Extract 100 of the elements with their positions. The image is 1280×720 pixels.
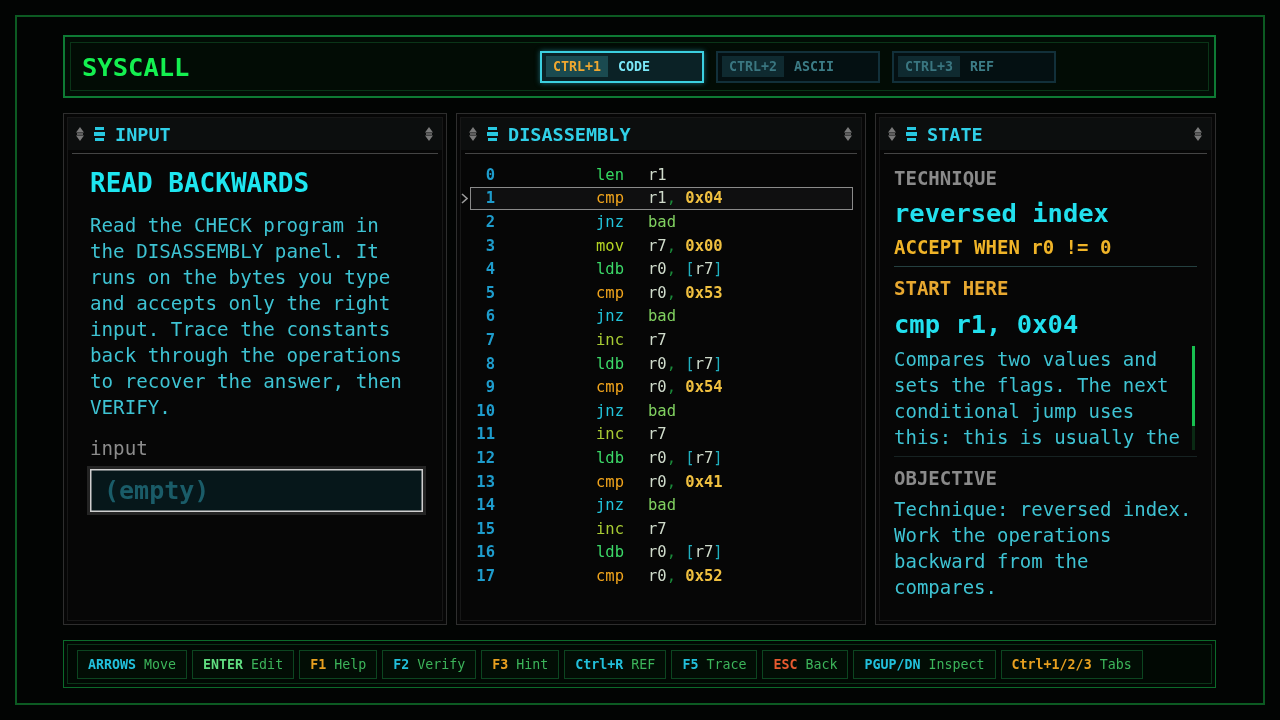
panel-title: DISASSEMBLY: [508, 123, 631, 145]
shortcut-action: Hint: [516, 656, 549, 672]
panel-title: INPUT: [115, 123, 171, 145]
operands-text: r0, 0x41: [648, 472, 723, 491]
chevron-right-icon: [461, 192, 468, 204]
operands-text: r0, [r7]: [648, 448, 723, 467]
line-number: 15: [475, 519, 495, 538]
line-number: 8: [484, 354, 495, 373]
shortcut-key: ESC: [773, 656, 798, 672]
section-label: START HERE: [894, 277, 1010, 299]
shortcut-action: Inspect: [928, 656, 985, 672]
code-row[interactable]: 12 ldb r0, [r7]: [470, 446, 853, 470]
shortcut-action: Move: [144, 656, 177, 672]
code-row[interactable]: 11 inc r7: [470, 422, 853, 447]
code-row[interactable]: 8 ldb r0, [r7]: [470, 351, 853, 376]
description-text: Compares two values and sets the flags. The next conditional jump uses this: this is usually the: [894, 347, 1181, 450]
mnemonic-text: jnz: [596, 401, 625, 420]
shortcut-key: F3: [492, 656, 509, 672]
line-number: 9: [484, 378, 495, 397]
code-row[interactable]: 7 inc r7: [470, 328, 853, 352]
shortcut-action: Help: [334, 656, 367, 672]
operands-text: r7: [648, 330, 667, 349]
mnemonic-text: cmp: [596, 472, 625, 491]
code-row[interactable]: 1 cmp r1, 0x04: [470, 186, 853, 211]
panel-heading: READ BACKWARDS: [90, 168, 311, 198]
shortcut-action: Edit: [251, 656, 284, 672]
mnemonic-text: mov: [596, 236, 625, 255]
mnemonic-text: cmp: [596, 189, 625, 208]
code-row[interactable]: 6 jnz bad: [470, 304, 853, 329]
operands-text: r0, 0x52: [648, 566, 723, 585]
code-row[interactable]: 5 cmp r0, 0x53: [470, 280, 853, 305]
operands-text: bad: [648, 496, 676, 515]
line-number: 2: [484, 213, 495, 231]
stacked-bars-icon: [94, 127, 105, 141]
updown-arrows-icon: [425, 127, 433, 141]
code-row[interactable]: 13 cmp r0, 0x41: [470, 469, 853, 494]
shortcut-action: Tabs: [1099, 656, 1132, 672]
shortcut-action: Verify: [417, 656, 466, 672]
objective-text: Technique: reversed index. Work the operations backward from the compares.: [894, 497, 1193, 600]
tab[interactable]: CTRL+2 ASCII: [716, 50, 880, 83]
line-number: 0: [484, 165, 495, 184]
mnemonic-text: jnz: [596, 213, 625, 231]
operands-text: r7: [648, 519, 667, 538]
scrollbar[interactable]: [1192, 346, 1195, 450]
input-field[interactable]: (empty): [87, 466, 426, 515]
mnemonic-text: ldb: [596, 354, 625, 373]
code-row[interactable]: 16 ldb r0, [r7]: [470, 540, 853, 565]
code-row[interactable]: 15 inc r7: [470, 516, 853, 541]
updown-arrows-icon: [888, 127, 896, 141]
line-number: 13: [475, 472, 495, 491]
updown-arrows-icon: [1194, 127, 1202, 141]
shortcut-key: F2: [393, 656, 410, 672]
operands-text: r7, 0x00: [648, 236, 723, 255]
line-number: 6: [484, 307, 495, 326]
mnemonic-text: cmp: [596, 378, 625, 397]
mnemonic-text: cmp: [596, 566, 625, 585]
line-number: 17: [475, 566, 495, 585]
line-number: 4: [484, 260, 495, 279]
code-row[interactable]: 17 cmp r0, 0x52: [470, 564, 853, 588]
line-number: 7: [484, 330, 495, 349]
mnemonic-text: inc: [596, 330, 625, 349]
operands-text: r7: [648, 425, 667, 444]
shortcut-action: Trace: [706, 656, 747, 672]
shortcut-key: F1: [310, 656, 327, 672]
mnemonic-text: len: [596, 165, 625, 184]
line-number: 10: [475, 401, 495, 420]
updown-arrows-icon: [469, 127, 477, 141]
tab[interactable]: CTRL+3 REF: [892, 50, 1056, 83]
operands-text: r0, 0x54: [648, 378, 723, 397]
operands-text: bad: [648, 307, 676, 326]
code-row[interactable]: 3 mov r7, 0x00: [470, 233, 853, 258]
operands-text: r1: [648, 165, 667, 184]
line-number: 12: [475, 448, 495, 467]
section-label: TECHNIQUE: [894, 167, 998, 189]
stacked-bars-icon: [487, 127, 498, 141]
code-row[interactable]: 2 jnz bad: [470, 210, 853, 234]
code-row[interactable]: 14 jnz bad: [470, 493, 853, 517]
mnemonic-text: ldb: [596, 260, 625, 279]
field-label: input: [90, 438, 149, 460]
shortcut-key: Ctrl+R: [575, 656, 624, 672]
line-number: 5: [484, 283, 495, 302]
code-row[interactable]: 9 cmp r0, 0x54: [470, 375, 853, 399]
tab[interactable]: CTRL+1 CODE: [540, 50, 704, 83]
shortcut-key: ARROWS: [88, 656, 137, 672]
line-number: 3: [484, 236, 495, 255]
code-row[interactable]: 10 jnz bad: [470, 398, 853, 423]
line-number: 11: [475, 425, 495, 444]
code-row[interactable]: 0 len r1: [470, 163, 853, 187]
mnemonic-text: jnz: [596, 307, 625, 326]
section-label: OBJECTIVE: [894, 467, 998, 489]
operands-text: r0, [r7]: [648, 260, 723, 279]
code-row[interactable]: 4 ldb r0, [r7]: [470, 257, 853, 281]
mnemonic-text: ldb: [596, 448, 625, 467]
shortcut-key: ENTER: [203, 656, 244, 672]
updown-arrows-icon: [844, 127, 852, 141]
mnemonic-text: cmp: [596, 283, 625, 302]
operands-text: bad: [648, 213, 676, 231]
operands-text: r0, [r7]: [648, 354, 723, 373]
mnemonic-text: inc: [596, 519, 625, 538]
panel-title: STATE: [927, 123, 983, 145]
